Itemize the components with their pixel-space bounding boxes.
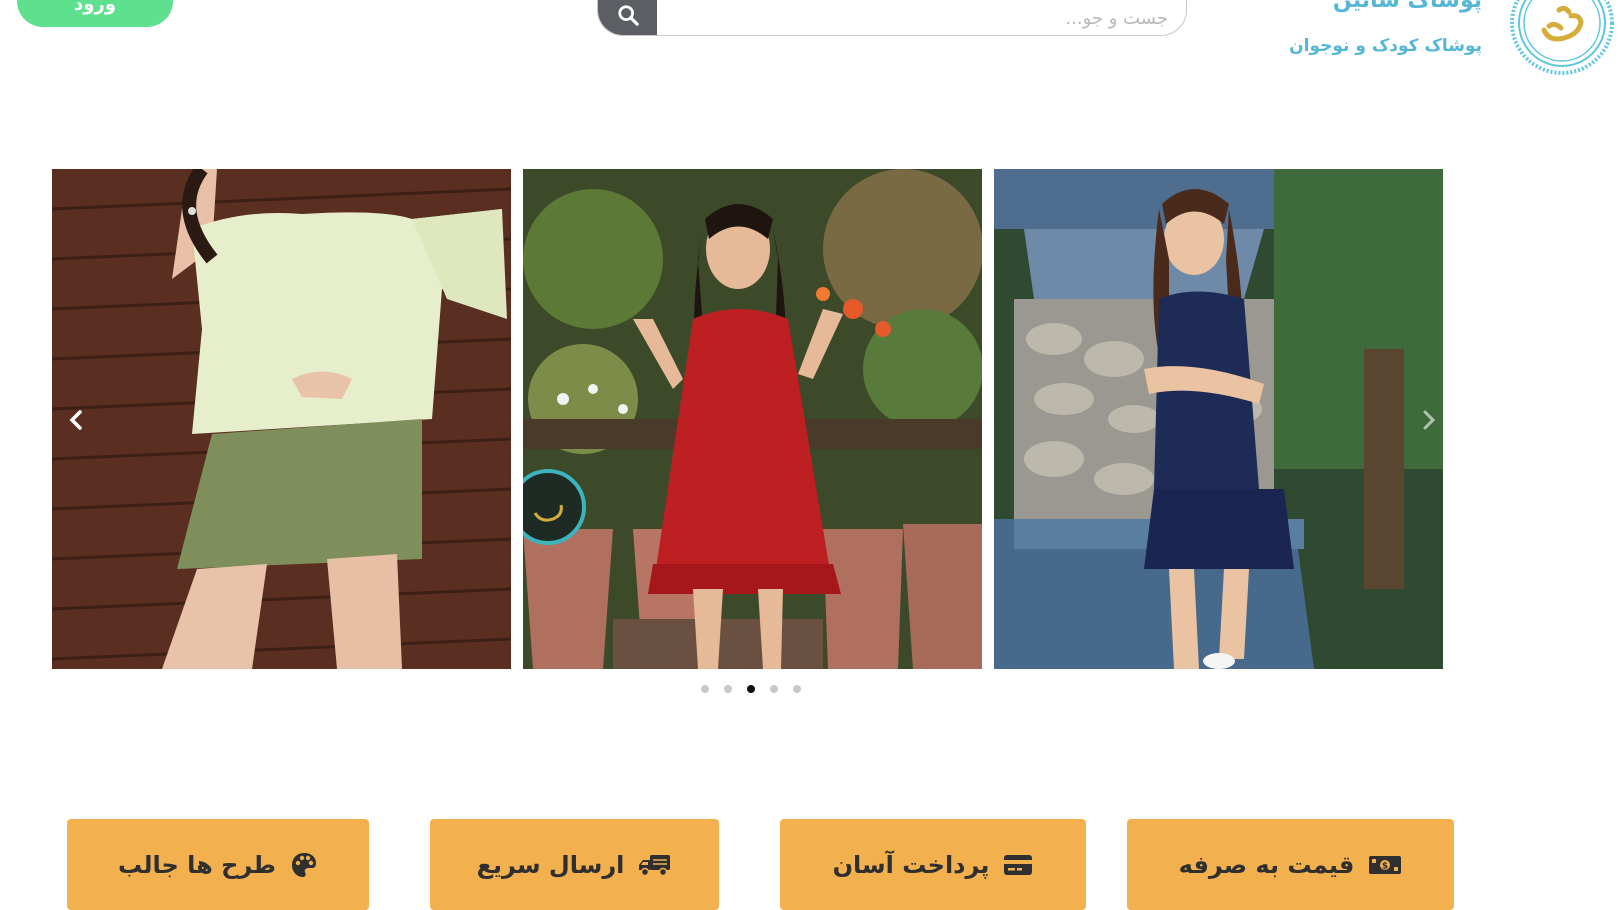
chevron-right-icon xyxy=(1423,410,1436,430)
feature-designs-label: طرح ها جالب xyxy=(118,850,276,879)
carousel-prev-button[interactable] xyxy=(62,406,90,434)
brand-tagline: پوشاک کودک و نوجوان xyxy=(1289,36,1482,56)
carousel-dot-2[interactable] xyxy=(724,685,732,693)
carousel-dot-5[interactable] xyxy=(793,685,801,693)
girl-navy-outfit-image xyxy=(994,169,1443,669)
brand-name[interactable]: پوشاک ساتین xyxy=(1333,0,1482,13)
feature-fast-shipping-label: ارسال سریع xyxy=(476,850,625,879)
feature-fast-shipping: ارسال سریع xyxy=(430,819,719,910)
svg-text:$: $ xyxy=(1382,861,1388,871)
truck-icon xyxy=(638,852,672,878)
search-button[interactable] xyxy=(598,0,657,35)
carousel-dot-3[interactable] xyxy=(747,685,755,693)
palette-icon xyxy=(290,851,318,879)
slide-3[interactable] xyxy=(994,169,1443,669)
search-input[interactable] xyxy=(657,0,1186,35)
search-bar xyxy=(597,0,1187,36)
carousel-dot-1[interactable] xyxy=(701,685,709,693)
carousel-dot-4[interactable] xyxy=(770,685,778,693)
girl-green-top-image xyxy=(52,169,511,669)
money-bill-icon: $ xyxy=(1368,853,1402,877)
feature-affordable-price: $ قیمت به صرفه xyxy=(1127,819,1454,910)
search-icon xyxy=(617,5,639,26)
login-button[interactable]: ورود xyxy=(17,0,173,27)
feature-affordable-price-label: قیمت به صرفه xyxy=(1178,850,1355,879)
feature-designs: طرح ها جالب xyxy=(67,819,369,910)
chevron-left-icon xyxy=(69,410,82,430)
credit-card-icon xyxy=(1003,853,1033,877)
carousel-dots xyxy=(701,685,801,693)
girl-red-dress-image xyxy=(523,169,982,669)
brand-logo[interactable] xyxy=(1509,0,1615,76)
image-carousel[interactable] xyxy=(52,169,1443,669)
feature-easy-payment: پرداخت آسان xyxy=(780,819,1086,910)
feature-easy-payment-label: پرداخت آسان xyxy=(832,850,990,879)
slide-2[interactable] xyxy=(523,169,982,669)
slide-1[interactable] xyxy=(52,169,511,669)
carousel-next-button[interactable] xyxy=(1415,406,1443,434)
